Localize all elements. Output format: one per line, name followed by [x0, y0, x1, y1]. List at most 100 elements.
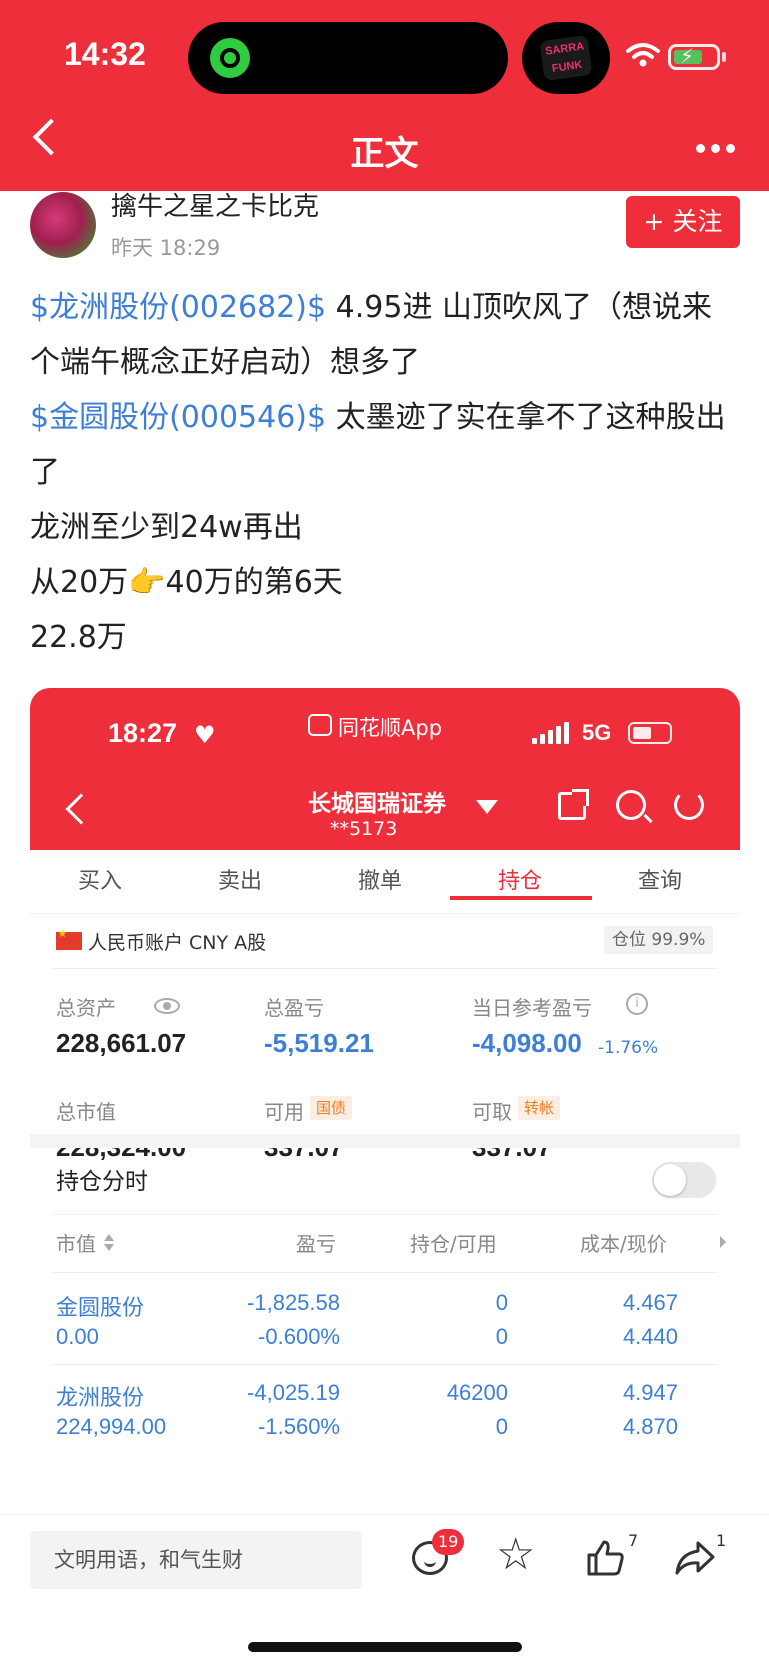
eye-icon [154, 998, 180, 1014]
trade-tabs: 买入 卖出 撤单 持仓 查询 [30, 850, 740, 914]
row-available: 0 [495, 1324, 508, 1349]
row-pnl: -1,825.58 [247, 1290, 340, 1315]
app-icon [308, 714, 332, 736]
row-stock-name: 金圆股份 [56, 1296, 145, 1321]
info-icon: i [626, 993, 648, 1015]
active-tab-indicator [450, 896, 592, 900]
thumbs-up-icon[interactable] [586, 1539, 626, 1577]
row-pnl-pct: -1.560% [258, 1414, 340, 1439]
market-value-label: 总市值 [56, 1100, 116, 1124]
available-label: 可用 [264, 1100, 304, 1124]
divider [52, 1364, 718, 1365]
row-available: 0 [495, 1414, 508, 1439]
transfer-tag: 转帐 [518, 1096, 561, 1120]
top-bar: 14:32 SARRA FUNK ⚡ 正文 [0, 0, 769, 191]
like-count: 7 [628, 1531, 639, 1550]
china-flag-icon [56, 929, 82, 950]
network-type: 5G [582, 720, 612, 745]
divider [52, 968, 718, 969]
tab-query: 查询 [637, 869, 682, 894]
section-gap [30, 1134, 740, 1148]
share-icon[interactable] [674, 1539, 716, 1577]
intraday-toggle [652, 1162, 716, 1198]
external-link-icon [558, 789, 589, 820]
account-number: **5173 [330, 818, 398, 840]
attached-screenshot[interactable]: 18:27 ♥ 同花顺App 5G 长城国瑞证券 **5173 买入 卖出 撤单… [30, 688, 740, 1514]
dynamic-island [188, 22, 508, 94]
battery-icon: ⚡ [668, 44, 720, 70]
total-assets-value: 228,661.07 [56, 1028, 187, 1058]
section-title: 持仓分时 [56, 1169, 148, 1195]
row-market-value: 224,994.00 [56, 1414, 167, 1439]
row-stock-name: 龙洲股份 [56, 1386, 145, 1411]
broker-name: 长城国瑞证券 [308, 791, 446, 817]
post-line-3: 龙洲至少到24w再出 [30, 510, 303, 545]
col-cost-price: 成本/现价 [580, 1232, 667, 1256]
col-hold-available: 持仓/可用 [410, 1232, 497, 1256]
row-pnl: -4,025.19 [247, 1380, 340, 1405]
divider [52, 1272, 718, 1273]
post-line-2: $金圆股份(000546)$ 太墨迹了实在拿不了这种股出了 [30, 390, 740, 500]
comment-input[interactable]: 文明用语，和气生财 [30, 1531, 362, 1589]
avatar[interactable] [30, 192, 96, 258]
star-icon[interactable]: ☆ [496, 1533, 535, 1577]
row-price: 4.440 [622, 1324, 678, 1349]
row-price: 4.870 [622, 1414, 678, 1439]
row-pnl-pct: -0.600% [258, 1324, 340, 1349]
row-cost: 4.947 [622, 1380, 678, 1405]
daily-pnl-pct: -1.76% [598, 1038, 659, 1058]
author-name[interactable]: 擒牛之星之卡比克 [111, 186, 319, 223]
screenshot-header: 18:27 ♥ 同花顺App 5G 长城国瑞证券 **5173 [30, 688, 740, 850]
refresh-icon [674, 790, 704, 820]
more-icon[interactable] [696, 144, 736, 154]
sort-icon [104, 1232, 114, 1254]
post-time: 昨天 18:29 [111, 236, 221, 260]
post-body: $龙洲股份(002682)$ 4.95进 山顶吹风了（想说来个端午概念正好启动）… [30, 280, 740, 665]
total-pnl-label: 总盈亏 [264, 996, 324, 1020]
row-hold: 46200 [446, 1380, 508, 1405]
divider [52, 1214, 718, 1215]
home-indicator [248, 1642, 522, 1652]
tab-positions: 持仓 [497, 869, 542, 894]
status-time: 14:32 [64, 36, 146, 72]
stock-link-jinyuan[interactable]: $金圆股份(000546)$ [30, 400, 326, 435]
row-cost: 4.467 [622, 1290, 678, 1315]
daily-pnl-value: -4,098.00 [472, 1028, 582, 1058]
total-assets-label: 总资产 [56, 996, 116, 1020]
search-icon [616, 790, 646, 820]
row-market-value: 0.00 [56, 1324, 99, 1349]
post-line-5: 22.8万 [30, 620, 127, 655]
account-type: 人民币账户 CNY A股 [88, 932, 267, 954]
caret-down-icon [476, 800, 498, 814]
tab-sell: 卖出 [217, 869, 262, 894]
wifi-icon [626, 43, 660, 67]
tab-cancel: 撤单 [357, 869, 402, 894]
battery-icon [628, 722, 672, 744]
back-icon [65, 793, 97, 825]
screenshot-time: 18:27 [108, 718, 178, 748]
battery-tip [722, 52, 726, 62]
album-art-icon: SARRA FUNK [539, 34, 593, 82]
follow-button[interactable]: + 关注 [626, 196, 740, 248]
row-hold: 0 [495, 1290, 508, 1315]
page-title: 正文 [350, 134, 419, 174]
comment-count-badge: 19 [432, 1529, 465, 1555]
post-line-4: 从20万👉40万的第6天 [30, 565, 343, 600]
app-name: 同花顺App [338, 716, 443, 740]
signal-icon [532, 722, 570, 744]
tab-buy: 买入 [77, 869, 122, 894]
position-badge: 仓位 99.9% [604, 926, 714, 954]
total-pnl-value: -5,519.21 [264, 1028, 374, 1058]
live-activity-icon [210, 38, 250, 78]
bottom-action-bar: 文明用语，和气生财 19 ☆ 7 1 [0, 1514, 769, 1665]
chevron-right-icon [720, 1236, 726, 1248]
col-market-value: 市值 [56, 1232, 96, 1256]
heart-icon: ♥ [194, 721, 216, 749]
col-pnl: 盈亏 [296, 1232, 336, 1256]
daily-pnl-label: 当日参考盈亏 [472, 996, 592, 1020]
withdrawable-label: 可取 [472, 1100, 512, 1124]
stock-link-longzhou[interactable]: $龙洲股份(002682)$ [30, 290, 326, 325]
music-activity: SARRA FUNK [522, 22, 610, 94]
bond-tag: 国债 [310, 1096, 353, 1120]
share-count: 1 [716, 1531, 727, 1550]
